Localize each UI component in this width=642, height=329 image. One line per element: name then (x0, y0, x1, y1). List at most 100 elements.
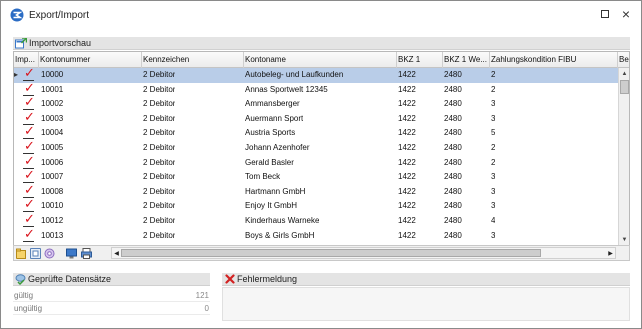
cell-bkz1: 1422 (398, 201, 416, 211)
settings-icon[interactable] (44, 248, 55, 259)
import-checkbox[interactable]: ✓ (23, 226, 35, 242)
table-row[interactable]: ✓ 10013 2 Debitor Boys & Girls GmbH 1422 2480… (14, 226, 618, 244)
import-checkbox[interactable]: ✓ (23, 139, 35, 154)
import-checkbox[interactable]: ✓ (23, 184, 35, 198)
cell-bkz1-we: 2480 (444, 230, 462, 240)
cell-kontonummer: 10004 (41, 128, 64, 138)
table-row[interactable]: ✓ 10005 2 Debitor Johann Azenhofer 1422 2480 2 (14, 139, 618, 156)
table-row[interactable]: ✓ 10006 2 Debitor Gerald Basler 1422 2480 2 (14, 153, 618, 171)
import-checkbox[interactable]: ✓ (23, 124, 35, 140)
import-preview-grid: Imp... Kontonummer Kennzeichen Kontoname… (13, 51, 630, 246)
table-row[interactable]: ✓ 10003 2 Debitor Auermann Sport 1422 2480 3 (14, 111, 618, 127)
cell-zahlungskondition: 3 (491, 99, 496, 109)
col-header-kontoname[interactable]: Kontoname (244, 52, 397, 68)
table-row[interactable]: ✓ 10012 2 Debitor Kinderhaus Warneke 1422 248… (14, 213, 618, 229)
table-row[interactable]: ✓ 10004 2 Debitor Austria Sports 1422 2480 5 (14, 124, 618, 141)
cell-kontoname: Hartmann GmbH (245, 186, 306, 196)
scroll-down-icon[interactable]: ▼ (619, 234, 629, 245)
cell-kontoname: Kinderhaus Warneke (245, 216, 320, 225)
cell-kontonummer: 10001 (41, 84, 64, 94)
cell-kontonummer: 10010 (41, 201, 64, 211)
import-checkbox[interactable]: ✓ (23, 82, 35, 96)
title-bar: Export/Import × (1, 1, 641, 29)
scroll-right-icon[interactable]: ▶ (606, 248, 615, 258)
col-header-kennzeichen[interactable]: Kennzeichen (142, 52, 244, 68)
col-header-bkz1-we[interactable]: BKZ 1 We... (443, 52, 490, 68)
checkmark-icon: ✓ (24, 226, 35, 242)
cell-kennzeichen: 2 Debitor (143, 201, 176, 211)
vertical-scrollbar[interactable]: ▲ ▼ (618, 68, 629, 245)
checkmark-icon: ✓ (24, 153, 35, 169)
table-row[interactable]: ▸ ✓ 10000 2 Debitor Autobeleg- und Laufkunde… (14, 67, 618, 83)
stat-invalid-label: ungültig (14, 304, 43, 313)
cell-zahlungskondition: 4 (491, 216, 496, 225)
cell-bkz1: 1422 (398, 84, 416, 94)
scroll-left-icon[interactable]: ◀ (112, 248, 121, 258)
cell-zahlungskondition: 3 (491, 201, 496, 211)
cell-kontoname: Annas Sportwelt 12345 (245, 84, 328, 94)
table-row[interactable]: ✓ 10001 2 Debitor Annas Sportwelt 12345 1422… (14, 82, 618, 98)
cell-kennzeichen: 2 Debitor (143, 216, 176, 225)
import-checkbox[interactable]: ✓ (23, 153, 35, 169)
cell-bkz1: 1422 (398, 70, 416, 79)
table-row[interactable]: ✓ 10008 2 Debitor Hartmann GmbH 1422 2480 3 (14, 184, 618, 200)
col-header-zahlungskondition[interactable]: Zahlungskondition FIBU (490, 52, 618, 68)
print-icon[interactable] (81, 248, 92, 259)
import-checkbox[interactable]: ✓ (23, 213, 35, 227)
cell-bkz1: 1422 (398, 128, 416, 138)
error-message-list (222, 287, 630, 321)
cell-kontonummer: 10012 (41, 216, 64, 225)
cell-bkz1-we: 2480 (444, 201, 462, 211)
checkmark-icon: ✓ (24, 139, 35, 154)
table-row[interactable]: ✓ 10010 2 Debitor Enjoy It GmbH 1422 2480 3 (14, 197, 618, 214)
col-header-bkz1[interactable]: BKZ 1 (397, 52, 443, 68)
error-message-title: Fehlermeldung (237, 274, 298, 284)
scroll-up-icon[interactable]: ▲ (619, 68, 629, 79)
import-preview-header: Importvorschau (13, 37, 630, 50)
table-row[interactable]: ✓ 10002 2 Debitor Ammansberger 1422 2480 3 (14, 95, 618, 112)
maximize-button[interactable] (597, 6, 613, 22)
import-icon[interactable] (16, 248, 27, 259)
cell-zahlungskondition: 3 (491, 186, 496, 196)
cell-kontonummer: 10002 (41, 99, 64, 109)
import-checkbox[interactable]: ✓ (23, 67, 35, 81)
maximize-icon (601, 10, 609, 18)
close-button[interactable]: × (618, 6, 634, 22)
col-header-bele[interactable]: Bele (618, 52, 629, 68)
table-row[interactable]: ✓ 10007 2 Debitor Tom Beck 1422 2480 3 (14, 169, 618, 185)
checkmark-icon: ✓ (24, 197, 35, 213)
checkmark-icon: ✓ (24, 95, 35, 111)
horizontal-scrollbar[interactable]: ◀ ▶ (111, 247, 616, 259)
import-checkbox[interactable]: ✓ (23, 95, 35, 111)
cell-zahlungskondition: 3 (491, 172, 496, 182)
export-import-window: Export/Import × Importvorschau Imp... Ko… (0, 0, 642, 329)
cell-kennzeichen: 2 Debitor (143, 157, 176, 167)
checked-records-title: Geprüfte Datensätze (28, 274, 112, 284)
cell-zahlungskondition: 2 (491, 143, 496, 152)
import-checkbox[interactable]: ✓ (23, 169, 35, 184)
cell-kontonummer: 10013 (41, 230, 64, 240)
vertical-scroll-thumb[interactable] (620, 80, 629, 94)
export-icon[interactable] (30, 248, 41, 259)
cell-kontonummer: 10003 (41, 113, 64, 123)
cell-kontonummer: 10007 (41, 172, 64, 182)
cell-bkz1-we: 2480 (444, 99, 462, 109)
grid-toolbar: ◀ ▶ (13, 245, 630, 261)
view-icon[interactable] (66, 248, 77, 259)
error-message-header: Fehlermeldung (222, 273, 630, 286)
import-checkbox[interactable]: ✓ (23, 111, 35, 125)
cell-bkz1-we: 2480 (444, 157, 462, 167)
cell-bkz1: 1422 (398, 172, 416, 182)
col-header-kontonummer[interactable]: Kontonummer (39, 52, 142, 68)
cell-zahlungskondition: 2 (491, 157, 496, 167)
horizontal-scroll-thumb[interactable] (121, 249, 541, 257)
cell-bkz1-we: 2480 (444, 186, 462, 196)
checkmark-icon: ✓ (24, 124, 35, 140)
import-checkbox[interactable]: ✓ (23, 197, 35, 213)
cell-kontonummer: 10005 (41, 143, 64, 152)
cell-kennzeichen: 2 Debitor (143, 99, 176, 109)
cell-kontoname: Boys & Girls GmbH (245, 230, 315, 240)
cell-bkz1-we: 2480 (444, 84, 462, 94)
cell-bkz1-we: 2480 (444, 216, 462, 225)
cell-kennzeichen: 2 Debitor (143, 143, 176, 152)
